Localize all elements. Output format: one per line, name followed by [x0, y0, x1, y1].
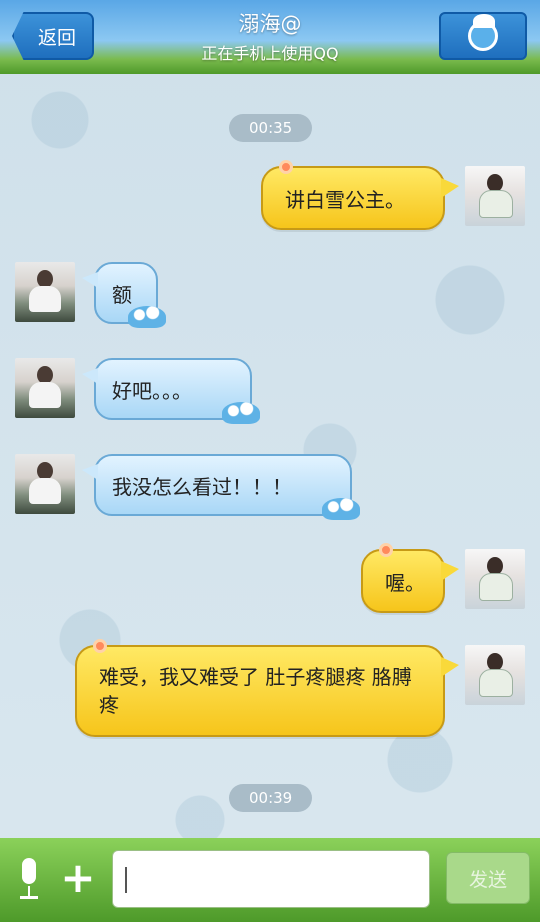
message-text: 好吧。。。 [112, 378, 192, 403]
my-avatar[interactable] [465, 166, 525, 226]
message-input[interactable] [112, 850, 430, 908]
flower-icon [279, 160, 293, 174]
wave-decoration-icon [128, 306, 166, 328]
flower-icon [379, 543, 393, 557]
mic-stand [28, 886, 30, 896]
bubble-tail [441, 561, 459, 581]
contact-avatar[interactable] [15, 454, 75, 514]
bubble-tail [82, 368, 98, 384]
bubble-tail [82, 464, 98, 480]
bubble-tail [441, 657, 459, 677]
wave-decoration-icon [222, 402, 260, 424]
profile-button[interactable] [439, 12, 527, 60]
message-text: 喔。 [385, 570, 425, 595]
microphone-icon[interactable] [16, 858, 42, 902]
message-text: 难受，我又难受了 肚子疼腿疼 胳膊疼 [99, 665, 412, 717]
plus-icon[interactable]: + [60, 854, 96, 902]
top-bar: 返回 溺海@ 正在手机上使用QQ [0, 0, 540, 74]
flower-icon [93, 639, 107, 653]
mic-base [20, 896, 38, 899]
message-text: 讲白雪公主。 [285, 187, 405, 212]
my-avatar[interactable] [465, 645, 525, 705]
incoming-message-bubble[interactable]: 好吧。。。 [82, 358, 260, 424]
contact-avatar[interactable] [15, 262, 75, 322]
bubble-tail [82, 272, 98, 288]
smurf-avatar-icon [468, 14, 498, 51]
timestamp: 00:35 [229, 114, 313, 142]
contact-avatar[interactable] [15, 358, 75, 418]
wave-decoration-icon [322, 498, 360, 520]
incoming-message-bubble[interactable]: 额 [82, 262, 166, 328]
outgoing-message-bubble[interactable]: 喔。 [361, 543, 459, 613]
my-avatar[interactable] [465, 549, 525, 609]
outgoing-message-bubble[interactable]: 讲白雪公主。 [261, 160, 459, 230]
message-text: 额 [112, 282, 132, 307]
incoming-message-bubble[interactable]: 我没怎么看过！！！ [82, 454, 360, 520]
input-bar: + 发送 [0, 838, 540, 922]
timestamp: 00:39 [229, 784, 313, 812]
send-button[interactable]: 发送 [446, 852, 530, 904]
mic-body [22, 858, 36, 884]
text-caret [125, 867, 127, 893]
bubble-tail [441, 178, 459, 198]
outgoing-message-bubble[interactable]: 难受，我又难受了 肚子疼腿疼 胳膊疼 [75, 639, 459, 737]
message-text: 我没怎么看过！！！ [112, 474, 292, 499]
